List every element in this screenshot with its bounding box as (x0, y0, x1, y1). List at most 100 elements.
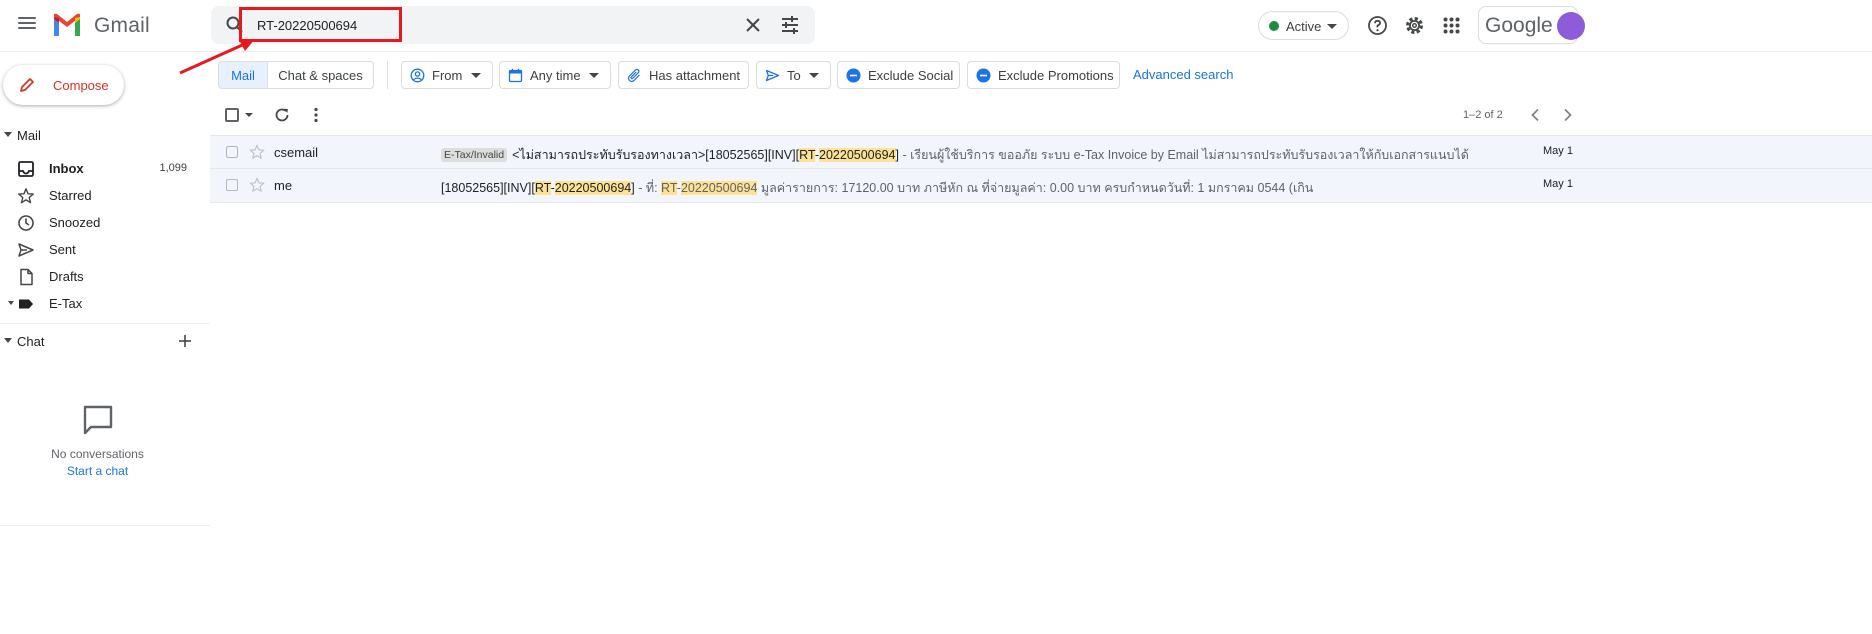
sidebar-item-starred[interactable]: Starred (0, 182, 200, 209)
sidebar-item-e-tax[interactable]: E-Tax (0, 290, 200, 317)
chevron-down-icon (589, 73, 599, 78)
advanced-search-link[interactable]: Advanced search (1133, 67, 1233, 82)
chevron-down-icon[interactable] (8, 301, 14, 305)
compose-button[interactable]: Compose (3, 65, 124, 105)
row-subject: [18052565][INV][RT-20220500694] (441, 181, 635, 195)
mail-section-toggle[interactable]: Mail (0, 127, 120, 145)
search-match: 20220500694 (680, 181, 758, 195)
to-filter-chip[interactable]: To (756, 61, 831, 89)
pagination-label: 1–2 of 2 (1463, 109, 1503, 121)
chevron-down-icon (809, 73, 819, 78)
sidebar-item-label: Sent (49, 242, 76, 257)
has-attachment-chip[interactable]: Has attachment (618, 61, 749, 89)
sidebar-item-label: Drafts (49, 269, 84, 284)
inbox-icon (18, 161, 34, 177)
divider (387, 61, 388, 89)
search-match: 20220500694 (819, 148, 896, 162)
row-date: May 1 (1543, 178, 1573, 190)
chevron-left-icon[interactable] (1529, 108, 1541, 122)
sidebar-item-label: Starred (49, 188, 92, 203)
snippet-text: - ที่: (634, 181, 662, 195)
chevron-down-icon (4, 132, 12, 137)
date-filter-chip[interactable]: Any time (499, 61, 611, 89)
search-match: RT (534, 181, 551, 195)
chat-bubble-icon (83, 405, 113, 435)
row-sender: csemail (274, 145, 319, 160)
divider (0, 525, 210, 526)
row-snippet: - ที่: RT-20220500694 มูลค่ารายการ: 1712… (634, 181, 1313, 195)
mail-section-label: Mail (17, 128, 41, 143)
sidebar-item-sent[interactable]: Sent (0, 236, 200, 263)
row-checkbox[interactable] (226, 179, 238, 191)
chip-label: Exclude Promotions (998, 68, 1114, 83)
chat-section-toggle[interactable]: Chat (0, 333, 120, 351)
plus-icon[interactable] (177, 333, 193, 349)
chat-section-label: Chat (17, 334, 45, 349)
person-circle-icon (410, 68, 425, 83)
select-all-checkbox[interactable] (225, 108, 239, 122)
tab-mail[interactable]: Mail (218, 61, 267, 89)
menu-icon[interactable] (16, 14, 38, 36)
paperclip-icon (627, 68, 640, 83)
row-content: [18052565][INV][RT-20220500694] - ที่: R… (441, 178, 1591, 198)
chevron-right-icon[interactable] (1562, 108, 1574, 122)
google-wordmark: Google (1485, 14, 1553, 37)
tune-icon[interactable] (780, 15, 800, 35)
settings-icon[interactable] (1404, 15, 1425, 36)
status-selector[interactable]: Active (1258, 11, 1349, 40)
chip-label: Has attachment (649, 68, 741, 83)
inbox-count: 1,099 (159, 162, 187, 174)
chevron-down-icon (471, 73, 481, 78)
more-vert-icon[interactable] (313, 107, 319, 123)
refresh-icon[interactable] (274, 107, 290, 123)
close-icon[interactable] (744, 16, 762, 34)
subject-text: <ไม่สามารถประทับรับรองทางเวลา>[18052565]… (512, 148, 800, 162)
chip-label: From (432, 68, 463, 83)
label-badge[interactable]: E-Tax/Invalid (441, 148, 508, 162)
avatar[interactable] (1557, 12, 1585, 40)
chip-label: To (787, 68, 801, 83)
chevron-down-icon (4, 338, 12, 343)
sidebar-item-inbox[interactable]: Inbox 1,099 (0, 155, 200, 182)
gmail-logo[interactable] (52, 12, 82, 38)
star-icon[interactable] (249, 144, 265, 160)
row-content: E-Tax/Invalid <ไม่สามารถประทับรับรองทางเว… (441, 145, 1591, 165)
star-icon[interactable] (249, 177, 265, 193)
row-subject: <ไม่สามารถประทับรับรองทางเวลา>[18052565]… (512, 148, 899, 162)
sidebar-item-drafts[interactable]: Drafts (0, 263, 200, 290)
chip-label: Any time (530, 68, 581, 83)
apps-icon[interactable] (1443, 17, 1460, 34)
chat-empty-message: No conversations (51, 447, 144, 461)
search-match: 20220500694 (554, 181, 632, 195)
divider (0, 323, 210, 324)
sidebar-item-snoozed[interactable]: Snoozed (0, 209, 200, 236)
exclude-promotions-chip[interactable]: Exclude Promotions (967, 61, 1120, 89)
minus-circle-icon (846, 68, 861, 83)
calendar-icon (508, 68, 523, 83)
search-match: RT (799, 148, 815, 162)
compose-label: Compose (53, 78, 109, 93)
row-checkbox[interactable] (226, 146, 238, 158)
minus-circle-icon (976, 68, 991, 83)
from-filter-chip[interactable]: From (401, 61, 493, 89)
row-sender: me (274, 178, 293, 193)
table-row[interactable]: csemail E-Tax/Invalid <ไม่สามารถประทับรับ… (210, 135, 1872, 169)
label-icon (19, 299, 33, 309)
start-chat-link[interactable]: Start a chat (0, 464, 195, 478)
subject-text: [18052565][INV][ (441, 181, 535, 195)
exclude-social-chip[interactable]: Exclude Social (837, 61, 960, 89)
table-row[interactable]: me [18052565][INV][RT-20220500694] - ที่… (210, 169, 1872, 203)
sidebar-item-label: Snoozed (49, 215, 101, 230)
search-match: RT (661, 181, 677, 195)
sidebar-item-label: E-Tax (49, 296, 83, 311)
tab-chat-spaces[interactable]: Chat & spaces (267, 61, 374, 89)
chip-label: Exclude Social (868, 68, 954, 83)
star-icon (18, 188, 34, 204)
status-dot (1269, 21, 1279, 31)
send-icon (18, 243, 34, 257)
pencil-icon (20, 78, 34, 92)
chevron-down-icon[interactable] (245, 113, 253, 117)
help-icon[interactable] (1367, 15, 1388, 36)
row-date: May 1 (1543, 145, 1573, 157)
status-label: Active (1286, 19, 1322, 34)
